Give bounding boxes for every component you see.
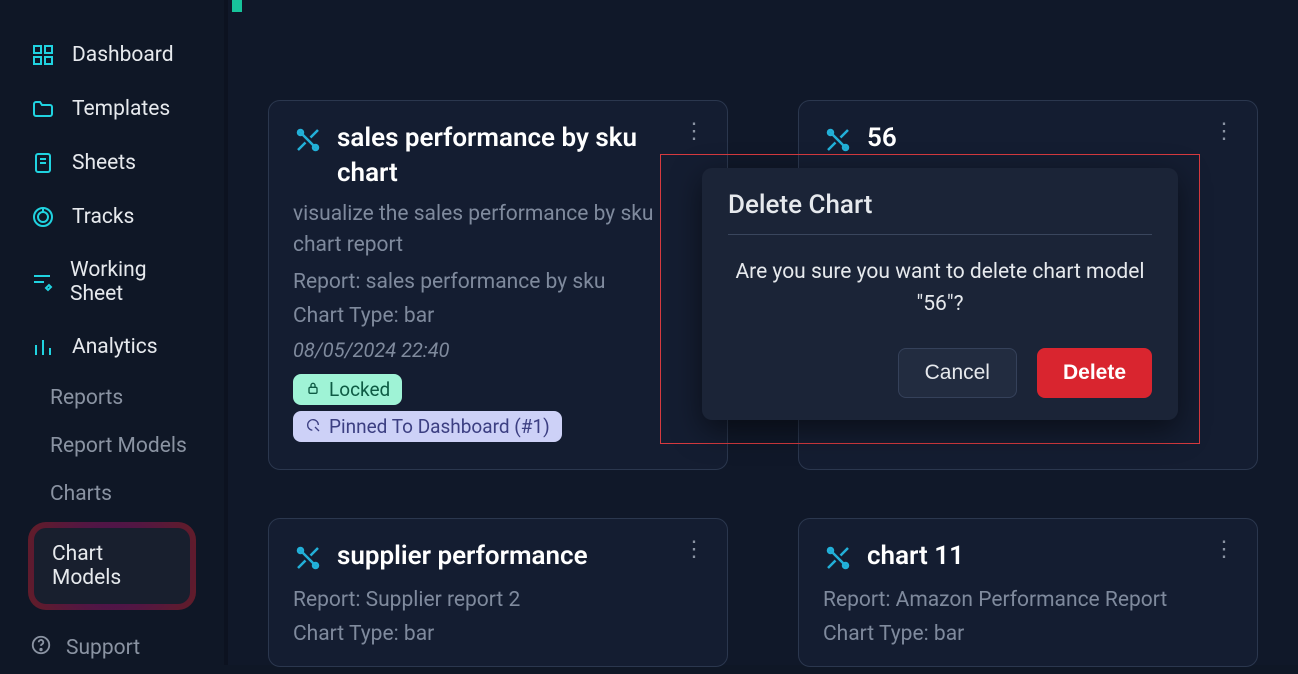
design-icon bbox=[823, 125, 853, 155]
card-menu-button[interactable]: ⋮ bbox=[1205, 115, 1243, 148]
sidebar-item-chart-models[interactable]: Chart Models bbox=[34, 528, 190, 604]
dialog-body-prefix: Are you sure you want to delete chart mo… bbox=[735, 260, 1144, 284]
card-title: sales performance by sku chart bbox=[337, 121, 657, 191]
card-date: 08/05/2024 22:40 bbox=[293, 338, 703, 362]
sidebar-sub-report-models[interactable]: Report Models bbox=[50, 422, 224, 470]
sidebar-item-templates[interactable]: Templates bbox=[0, 82, 224, 136]
cancel-label: Cancel bbox=[925, 361, 990, 384]
sidebar-item-sheets[interactable]: Sheets bbox=[0, 136, 224, 190]
dialog-body: Are you sure you want to delete chart mo… bbox=[728, 235, 1152, 330]
sub-label: Report Models bbox=[50, 434, 187, 458]
card-menu-button[interactable]: ⋮ bbox=[675, 115, 713, 148]
sidebar-item-label: Analytics bbox=[72, 335, 158, 359]
dialog-body-suffix: ? bbox=[954, 292, 964, 316]
badge-label: Locked bbox=[329, 378, 390, 401]
chart-model-card[interactable]: ⋮ chart 11 Report: Amazon Performance Re… bbox=[798, 518, 1258, 667]
card-title: chart 11 bbox=[867, 539, 964, 574]
chart-model-card[interactable]: ⋮ sales performance by sku chart visuali… bbox=[268, 100, 728, 470]
sidebar-item-label: Working Sheet bbox=[70, 258, 194, 306]
sidebar-item-label: Templates bbox=[72, 97, 170, 121]
working-sheet-icon bbox=[30, 269, 54, 295]
design-icon bbox=[293, 125, 323, 155]
lock-icon bbox=[305, 378, 321, 401]
top-marker bbox=[232, 0, 242, 12]
sub-label: Charts bbox=[50, 482, 112, 506]
sidebar-chart-models-highlight: Chart Models bbox=[28, 522, 196, 610]
card-menu-button[interactable]: ⋮ bbox=[675, 533, 713, 566]
card-chart-type: Chart Type: bar bbox=[293, 622, 703, 646]
card-report: Report: Amazon Performance Report bbox=[823, 588, 1233, 612]
analytics-icon bbox=[30, 334, 56, 360]
badge-label: Pinned To Dashboard (#1) bbox=[329, 415, 550, 438]
sidebar-item-working-sheet[interactable]: Working Sheet bbox=[0, 244, 224, 320]
chart-model-card[interactable]: ⋮ supplier performance Report: Supplier … bbox=[268, 518, 728, 667]
help-icon bbox=[30, 634, 52, 662]
pinned-badge: Pinned To Dashboard (#1) bbox=[293, 411, 562, 442]
dialog-body-target: "56" bbox=[917, 292, 954, 316]
card-chart-type: Chart Type: bar bbox=[823, 622, 1233, 646]
card-title: supplier performance bbox=[337, 539, 588, 574]
sidebar-item-support[interactable]: Support bbox=[0, 622, 224, 674]
delete-button[interactable]: Delete bbox=[1037, 348, 1152, 398]
sidebar-sub-reports[interactable]: Reports bbox=[50, 374, 224, 422]
card-description: visualize the sales performance by sku c… bbox=[293, 199, 703, 260]
design-icon bbox=[293, 543, 323, 573]
dialog-title: Delete Chart bbox=[728, 190, 1152, 235]
locked-badge: Locked bbox=[293, 374, 402, 405]
support-label: Support bbox=[66, 636, 140, 660]
cancel-button[interactable]: Cancel bbox=[898, 348, 1017, 398]
sidebar-sub-charts[interactable]: Charts bbox=[50, 470, 224, 518]
dialog-actions: Cancel Delete bbox=[728, 348, 1152, 398]
sidebar-item-dashboard[interactable]: Dashboard bbox=[0, 28, 224, 82]
sidebar-item-label: Sheets bbox=[72, 151, 136, 175]
delete-chart-dialog: Delete Chart Are you sure you want to de… bbox=[702, 168, 1178, 420]
sidebar-sub-group: Reports Report Models Charts bbox=[0, 374, 224, 518]
chart-models-label: Chart Models bbox=[52, 542, 121, 590]
card-badges: Locked Pinned To Dashboard (#1) bbox=[293, 374, 703, 442]
folder-icon bbox=[30, 96, 56, 122]
sidebar: Dashboard Templates Sheets Tracks Workin… bbox=[0, 0, 224, 665]
sub-label: Reports bbox=[50, 386, 123, 410]
delete-label: Delete bbox=[1063, 361, 1126, 384]
dashboard-icon bbox=[30, 42, 56, 68]
pin-icon bbox=[305, 415, 321, 438]
card-report: Report: Supplier report 2 bbox=[293, 588, 703, 612]
sidebar-item-label: Dashboard bbox=[72, 43, 174, 67]
card-report: Report: sales performance by sku bbox=[293, 270, 703, 294]
sidebar-item-analytics[interactable]: Analytics bbox=[0, 320, 224, 374]
card-menu-button[interactable]: ⋮ bbox=[1205, 533, 1243, 566]
card-title: 56 bbox=[867, 121, 897, 156]
sheets-icon bbox=[30, 150, 56, 176]
tracks-icon bbox=[30, 204, 56, 230]
sidebar-item-label: Tracks bbox=[72, 205, 134, 229]
design-icon bbox=[823, 543, 853, 573]
sidebar-item-tracks[interactable]: Tracks bbox=[0, 190, 224, 244]
card-chart-type: Chart Type: bar bbox=[293, 304, 703, 328]
